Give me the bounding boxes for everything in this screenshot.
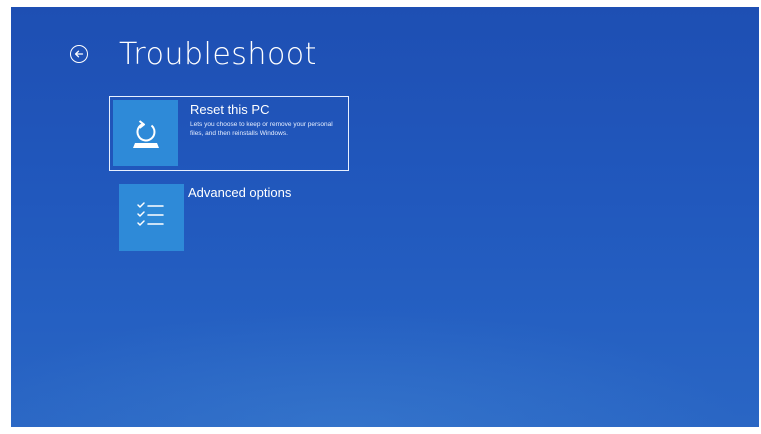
option-description: Lets you choose to keep or remove your p… xyxy=(190,121,333,137)
option-title: Reset this PC xyxy=(190,102,270,117)
reset-pc-icon xyxy=(113,100,178,166)
recovery-screen: Troubleshoot Reset this PC Lets you choo… xyxy=(11,7,759,427)
page-title: Troubleshoot xyxy=(119,37,317,72)
back-button[interactable] xyxy=(70,45,88,63)
reset-this-pc-option[interactable]: Reset this PC Lets you choose to keep or… xyxy=(109,96,349,171)
back-arrow-icon xyxy=(74,50,84,58)
checklist-icon xyxy=(119,184,184,251)
option-title: Advanced options xyxy=(188,185,292,200)
advanced-options-option[interactable]: Advanced options xyxy=(109,178,349,253)
